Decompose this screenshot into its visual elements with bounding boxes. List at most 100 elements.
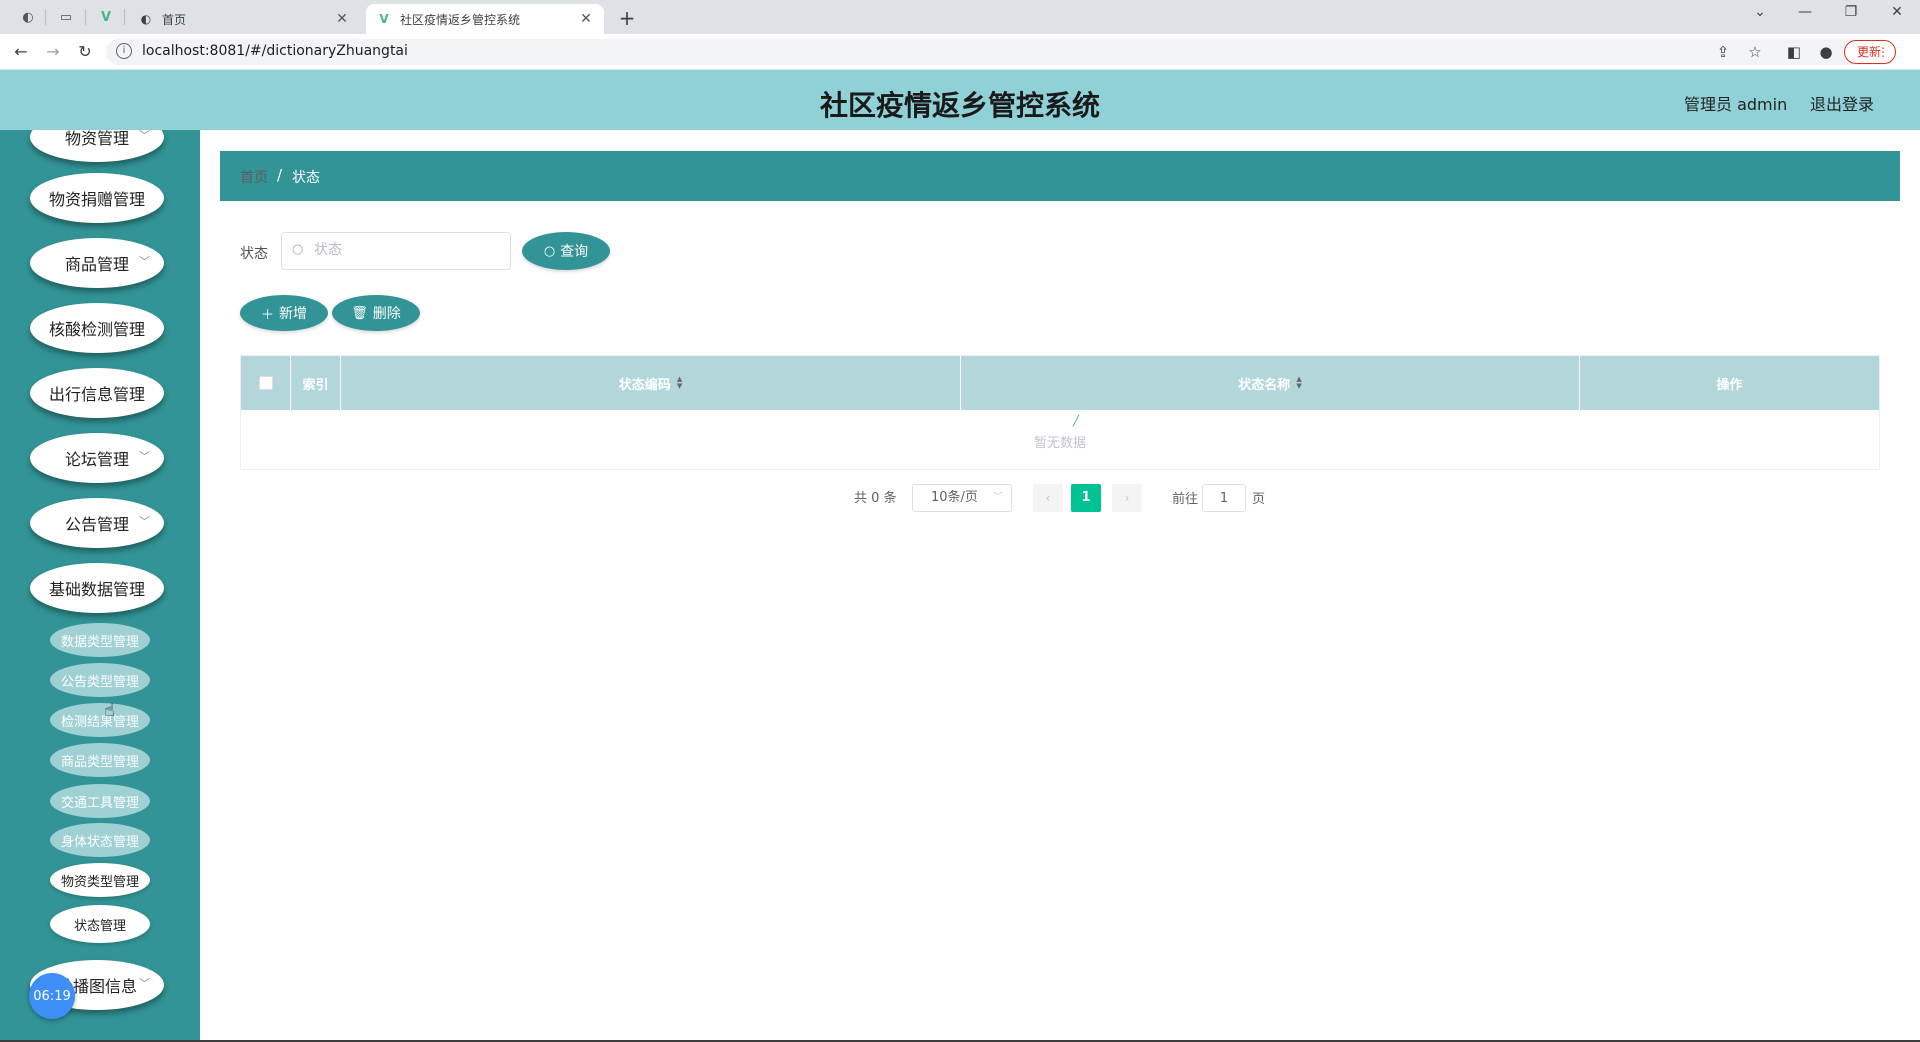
restore-icon[interactable]: ❐ [1840,4,1862,20]
chevron-down-icon: ﹀ [139,130,150,142]
sidebar[interactable]: 物资管理 ﹀ 物资捐赠管理 商品管理 ﹀ 核酸检测管理 出行信息管理 论坛管理 … [0,130,200,1042]
sidebar-item-donation[interactable]: 物资捐赠管理 [30,173,164,223]
url-text: localhost:8081/#/dictionaryZhuangtai [142,43,408,59]
breadcrumb-current: 状态 [292,170,320,186]
sidebar-item-notice[interactable]: 公告管理 ﹀ [30,498,164,548]
breadcrumb-separator: / [277,166,283,184]
search-icon: ○ [292,242,304,257]
sidebar-subitem-active[interactable]: 状态管理 [50,905,150,943]
page-suffix: 页 [1252,492,1266,507]
back-arrow-icon[interactable]: ← [10,41,32,63]
search-label: 状态 [240,246,268,262]
minimize-icon[interactable]: — [1794,4,1816,20]
delete-button[interactable]: 🗑 删除 [332,295,420,331]
column-header-status-code[interactable]: 状态编码 ▲ ▼ [341,356,961,410]
table-header: 索引 状态编码 ▲ ▼ 状态名称 ▲ ▼ 操作 [241,356,1879,410]
sidebar-subitem[interactable]: 公告类型管理 [50,663,150,697]
update-button[interactable]: 更新 ⋮ [1844,40,1896,64]
pinned-tab-vue-icon[interactable]: V [96,7,116,27]
sidebar-item-travel[interactable]: 出行信息管理 [30,368,164,418]
select-all-checkbox[interactable] [258,376,273,390]
tab-search-chevron-icon[interactable]: ⌄ [1749,4,1771,20]
add-button[interactable]: ＋ 新增 [240,295,328,331]
sidebar-subitem[interactable]: 身体状态管理 [50,823,150,857]
vue-icon: V [379,12,389,26]
close-tab-icon[interactable]: ✕ [578,11,594,27]
app-title: 社区疫情返乡管控系统 [819,89,1100,122]
tab-separator [45,9,46,25]
bookmark-star-icon[interactable]: ☆ [1745,42,1765,62]
clock-badge: 06:19 [29,973,75,1019]
sidebar-item-label: 公告管理 [64,515,129,534]
query-button[interactable]: ○ 查询 [522,232,610,270]
sidebar-item-label: 核酸检测管理 [48,320,145,339]
logout-link[interactable]: 退出登录 [1810,91,1874,115]
profile-avatar-icon[interactable]: ● [1816,42,1836,62]
address-bar[interactable]: i localhost:8081/#/dictionaryZhuangtai [106,39,1896,65]
sidebar-subitem[interactable]: 数据类型管理 [50,623,150,657]
sidebar-subitem[interactable]: 商品类型管理 [50,743,150,777]
globe-icon: ◐ [140,12,152,26]
trash-icon: 🗑 [351,305,368,321]
column-header-status-name[interactable]: 状态名称 ▲ ▼ [961,356,1580,410]
forward-arrow-icon[interactable]: → [42,41,64,63]
pinned-tab-page-icon[interactable]: ▭ [56,7,76,27]
new-tab-plus-icon[interactable]: + [616,6,638,30]
sidebar-item-supplies[interactable]: 物资管理 ﹀ [30,130,164,162]
breadcrumb: 首页 / 状态 [220,151,1900,201]
query-button-label: 查询 [560,244,589,260]
sidebar-item-forum[interactable]: 论坛管理 ﹀ [30,433,164,483]
status-table: 索引 状态编码 ▲ ▼ 状态名称 ▲ ▼ 操作 ╱ 暂无数据 [240,355,1880,470]
chevron-down-icon: ﹀ [139,515,150,528]
plus-icon: ＋ [260,307,274,323]
tab-separator [85,9,86,25]
browser-toolbar: ← → ↻ i localhost:8081/#/dictionaryZhuan… [0,34,1920,70]
tab-separator [124,9,125,25]
sidebar-item-label: 论坛管理 [64,450,129,469]
close-tab-icon[interactable]: ✕ [334,11,350,27]
next-page-button[interactable]: › [1112,484,1142,512]
share-icon[interactable]: ⇪ [1713,42,1733,62]
add-button-label: 新增 [279,306,307,322]
sidebar-subitem[interactable]: 检测结果管理 [50,703,150,737]
chevron-down-icon: ﹀ [139,255,150,268]
sidebar-item-label: 出行信息管理 [48,385,145,404]
sidebar-subitem[interactable]: 交通工具管理 [50,784,150,818]
pinned-tab-globe-icon[interactable]: ◐ [18,7,38,27]
close-window-icon[interactable]: ✕ [1886,4,1908,20]
column-header-label: 状态名称 [1238,377,1291,393]
sort-caret-icon[interactable]: ▲ ▼ [677,376,682,390]
sidebar-item-label: 商品管理 [64,255,129,274]
sidebar-subitem[interactable]: 物资类型管理 [50,863,150,897]
sidebar-item-nucleic-test[interactable]: 核酸检测管理 [30,303,164,353]
info-icon[interactable]: i [116,43,132,59]
page-size-select[interactable]: 10条/页 ﹀ [912,484,1012,512]
column-header-actions: 操作 [1716,377,1743,393]
browser-tab-active[interactable]: V 社区疫情返乡管控系统 ✕ [366,4,604,34]
column-header-index: 索引 [291,356,341,410]
chevron-down-icon: ﹀ [139,977,150,990]
reload-icon[interactable]: ↻ [74,41,96,63]
goto-page-field[interactable] [1202,484,1246,512]
delete-button-label: 删除 [372,306,401,322]
sidebar-item-goods[interactable]: 商品管理 ﹀ [30,238,164,288]
tab-title: 首页 [162,12,187,27]
sidebar-item-label: 物资捐赠管理 [48,190,145,209]
page-number-current[interactable]: 1 [1071,484,1101,512]
column-header-label: 状态编码 [618,377,671,393]
sort-caret-icon[interactable]: ▲ ▼ [1296,376,1301,390]
sidebar-item-label: 物资管理 [64,130,129,148]
breadcrumb-home-link[interactable]: 首页 [240,167,268,187]
sidebar-item-base-data[interactable]: 基础数据管理 [30,563,164,613]
chevron-down-icon: ﹀ [993,492,1003,503]
browser-tab-home[interactable]: ◐ 首页 ✕ [128,4,360,34]
goto-page-input[interactable] [1203,485,1245,511]
status-search-input[interactable] [312,241,502,259]
loading-spinner-icon: ╱ [1073,416,1080,427]
prev-page-button[interactable]: ‹ [1033,484,1063,512]
goto-label: 前往 [1172,492,1199,507]
status-search-field[interactable]: ○ [281,232,511,270]
table-empty-text: 暂无数据 [1033,436,1086,451]
side-panel-icon[interactable]: ◧ [1784,42,1804,62]
select-all-cell [241,356,291,410]
